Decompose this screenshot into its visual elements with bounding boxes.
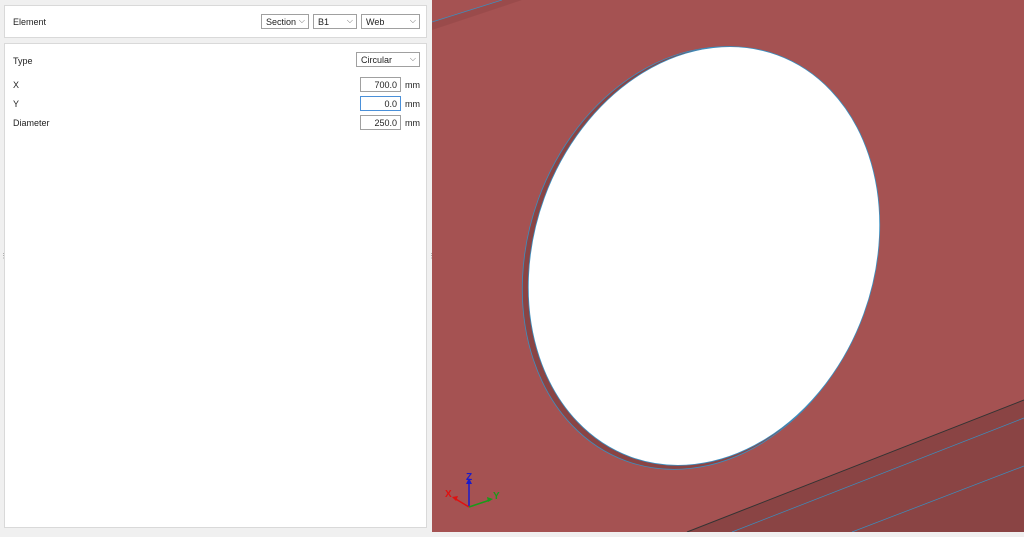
part-dropdown[interactable]: Web ⌵ <box>361 14 420 29</box>
diameter-unit: mm <box>405 118 420 128</box>
chevron-down-icon: ⌵ <box>346 16 353 25</box>
diameter-label: Diameter <box>13 118 50 128</box>
chevron-down-icon: ⌵ <box>409 16 416 25</box>
x-axis-label: X <box>445 489 452 500</box>
y-unit: mm <box>405 99 420 109</box>
y-input[interactable]: 0.0 <box>360 96 401 111</box>
section-value: Section <box>266 17 297 27</box>
section-dropdown[interactable]: Section ⌵ <box>261 14 309 29</box>
properties-panel: Type Circular ⌵ X 700.0 mm Y 0.0 mm Diame… <box>4 43 427 528</box>
y-label: Y <box>13 99 20 109</box>
z-axis-label: Z <box>466 472 472 483</box>
splitter-handle[interactable]: ⋮ <box>0 252 7 260</box>
diameter-input[interactable]: 250.0 <box>360 115 401 130</box>
type-label: Type <box>13 56 33 66</box>
element-panel: Element Section ⌵ B1 ⌵ Web ⌵ <box>4 5 427 38</box>
y-axis-label: Y <box>493 491 500 502</box>
chevron-down-icon: ⌵ <box>298 16 305 25</box>
part-value: Web <box>366 17 385 27</box>
member-value: B1 <box>318 17 330 27</box>
member-dropdown[interactable]: B1 ⌵ <box>313 14 357 29</box>
x-label: X <box>13 80 20 90</box>
3d-viewport[interactable]: Z X Y <box>431 0 1024 533</box>
model-view: Z X Y <box>431 0 1024 533</box>
type-dropdown[interactable]: Circular ⌵ <box>356 52 420 67</box>
x-unit: mm <box>405 80 420 90</box>
type-value: Circular <box>361 55 393 65</box>
element-label: Element <box>13 17 47 27</box>
chevron-down-icon: ⌵ <box>409 54 416 63</box>
x-input[interactable]: 700.0 <box>360 77 401 92</box>
